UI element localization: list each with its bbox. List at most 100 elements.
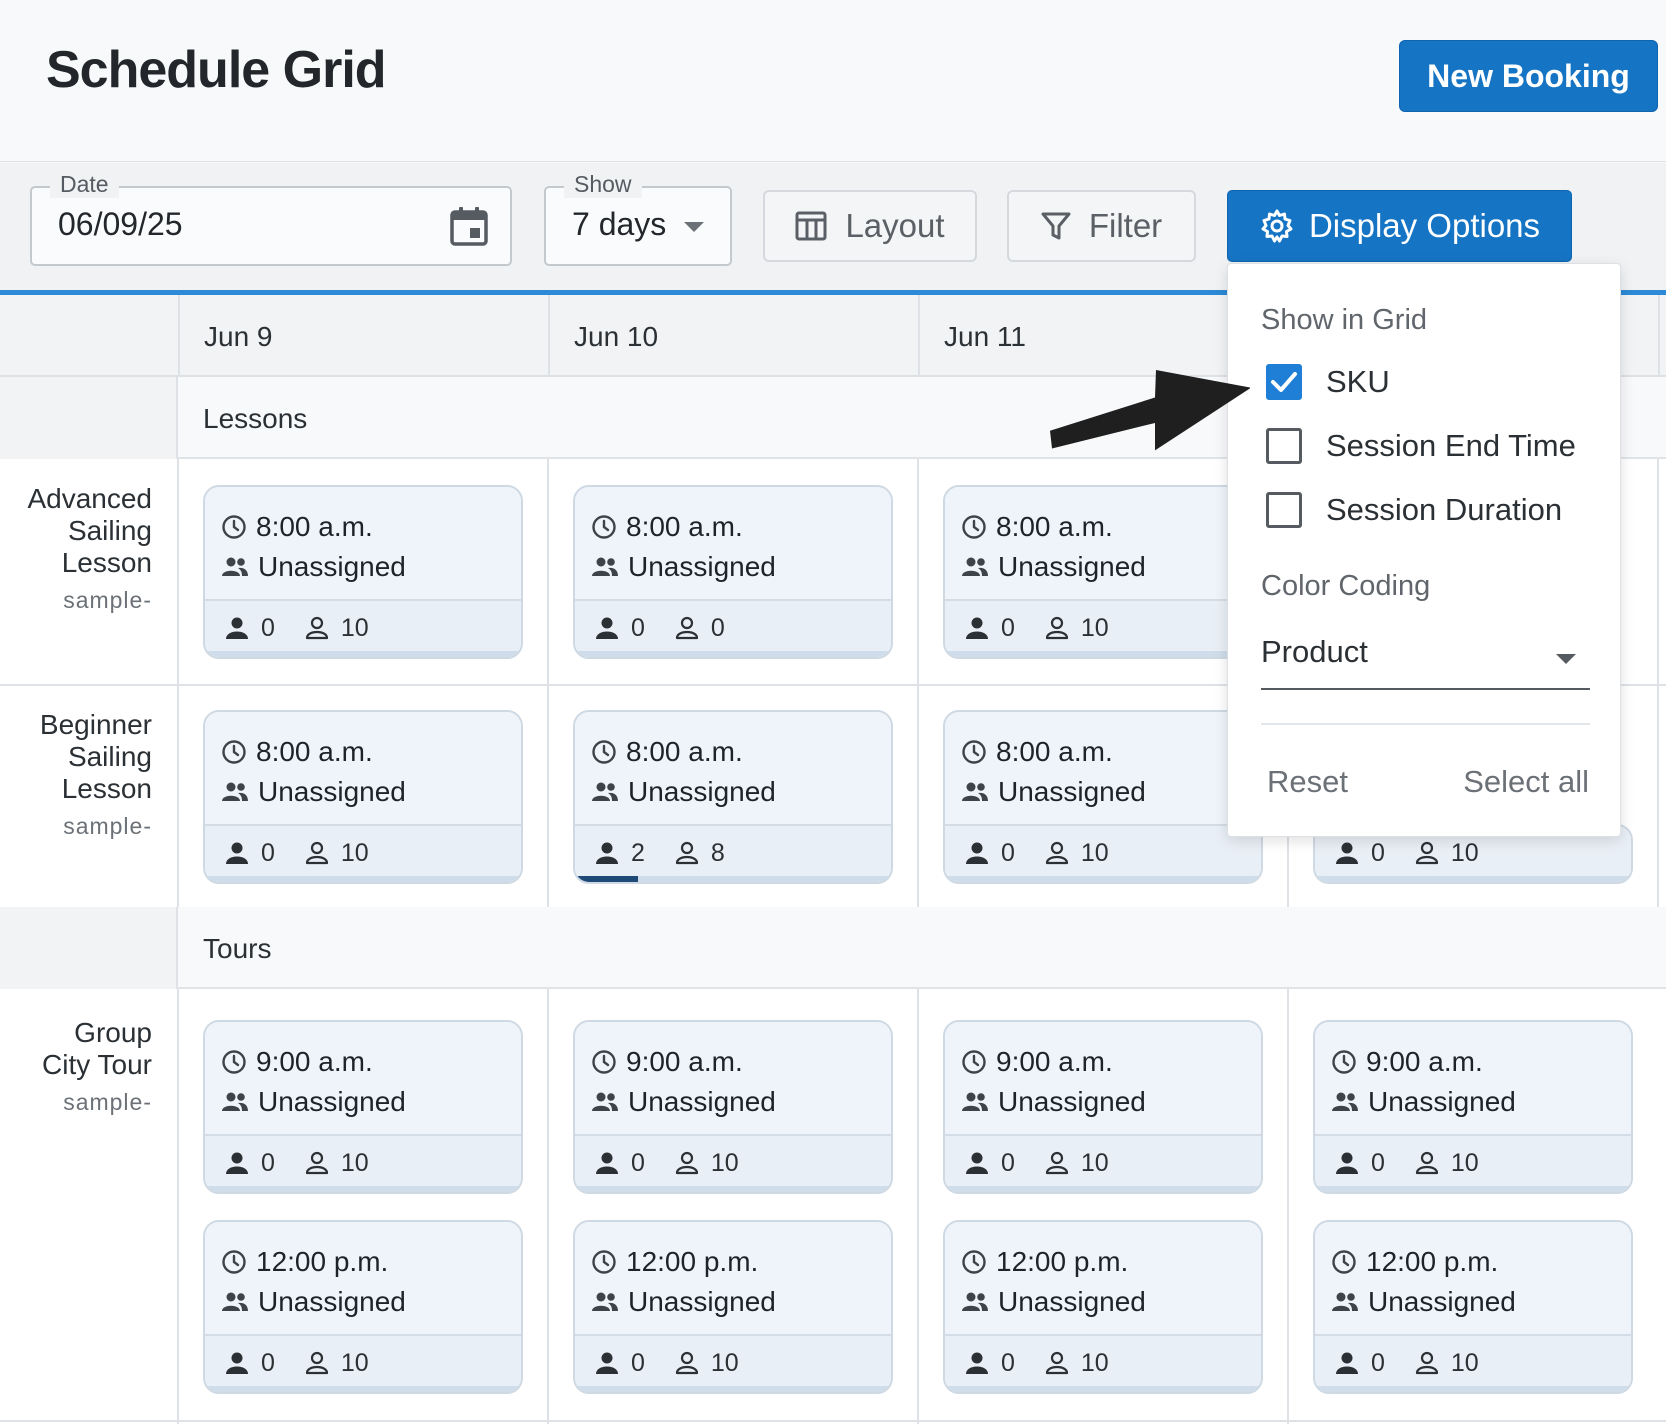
show-select-label: Show [564, 171, 642, 198]
color-coding-select[interactable]: Product [1261, 634, 1590, 690]
booked-person-icon [226, 1352, 248, 1374]
available-value: 10 [1080, 1348, 1109, 1377]
session-time-row: 9:00 a.m. [1331, 1042, 1631, 1082]
column-divider [547, 459, 549, 907]
session-card[interactable]: 8:00 a.m. Unassigned 0 0 [573, 485, 893, 659]
group-icon [1332, 1092, 1358, 1111]
session-guide: Unassigned [998, 1086, 1146, 1117]
available-value: 10 [340, 1348, 369, 1377]
product-label-advanced-sailing: Advanced Sailing Lesson sample- [0, 483, 152, 614]
available-person-icon [305, 841, 329, 865]
date-column-header: Jun 9 [178, 295, 548, 377]
booked-person-icon [596, 617, 618, 639]
available-count: 8 [675, 839, 725, 868]
session-card[interactable]: 9:00 a.m. Unassigned 0 10 [573, 1020, 893, 1194]
row-divider [0, 1420, 1666, 1422]
available-count: 10 [1415, 1149, 1479, 1178]
session-guide-row: Unassigned [1331, 1282, 1631, 1322]
session-card-header: 8:00 a.m. Unassigned [575, 487, 891, 601]
select-all-button[interactable]: Select all [1463, 764, 1589, 800]
booked-count: 0 [595, 614, 645, 643]
session-card[interactable]: 12:00 p.m. Unassigned 0 10 [1313, 1220, 1633, 1394]
session-card[interactable]: 8:00 a.m. Unassigned 0 10 [203, 710, 523, 884]
product-name: City Tour [42, 1049, 152, 1080]
sku-checkbox-row[interactable]: SKU [1266, 364, 1390, 400]
available-person-icon [305, 1151, 329, 1175]
session-card-header: 8:00 a.m. Unassigned [945, 487, 1261, 601]
session-card-header: 8:00 a.m. Unassigned [575, 712, 891, 826]
booked-person-icon [596, 1152, 618, 1174]
menu-divider [1261, 723, 1590, 725]
available-person-icon [1415, 1151, 1439, 1175]
session-card[interactable]: 12:00 p.m. Unassigned 0 10 [573, 1220, 893, 1394]
session-guide-row: Unassigned [961, 1282, 1261, 1322]
chevron-down-icon [1556, 654, 1576, 664]
session-card[interactable]: 9:00 a.m. Unassigned 0 10 [203, 1020, 523, 1194]
date-field-value: 06/09/25 [58, 206, 183, 242]
checkbox-checked[interactable] [1266, 364, 1302, 400]
booked-count: 0 [595, 1349, 645, 1378]
session-card[interactable]: 9:00 a.m. Unassigned 0 10 [943, 1020, 1263, 1194]
group-icon [962, 1092, 988, 1111]
session-time: 12:00 p.m. [1366, 1246, 1499, 1277]
checkbox[interactable] [1266, 428, 1302, 464]
clock-icon [222, 515, 246, 539]
session-guide-row: Unassigned [221, 772, 521, 812]
display-options-button[interactable]: Display Options [1227, 190, 1572, 262]
session-card[interactable]: 9:00 a.m. Unassigned 0 10 [1313, 1020, 1633, 1194]
session-duration-checkbox-row[interactable]: Session Duration [1266, 492, 1562, 528]
product-name: Beginner [39, 709, 152, 740]
booked-count: 2 [595, 839, 645, 868]
session-card[interactable]: 12:00 p.m. Unassigned 0 10 [943, 1220, 1263, 1394]
display-options-label: Display Options [1308, 207, 1541, 244]
available-value: 10 [1450, 1348, 1479, 1377]
filter-icon [1041, 212, 1071, 240]
session-capacity-row: 00 [575, 601, 891, 655]
capacity-bar [205, 1386, 521, 1392]
checkbox[interactable] [1266, 492, 1302, 528]
session-card[interactable]: 8:00 a.m. Unassigned 0 10 [943, 710, 1263, 884]
capacity-bar [205, 651, 521, 657]
available-count: 10 [1045, 1149, 1109, 1178]
date-field[interactable]: Date 06/09/25 [30, 171, 512, 266]
session-guide-row: Unassigned [591, 1282, 891, 1322]
calendar-icon[interactable] [450, 206, 488, 246]
capacity-bar [945, 876, 1261, 882]
clock-icon [222, 1250, 246, 1274]
clock-icon [1332, 1050, 1356, 1074]
session-time: 8:00 a.m. [996, 736, 1113, 767]
available-value: 10 [710, 1348, 739, 1377]
product-sku: sample- [63, 587, 152, 613]
session-time-row: 12:00 p.m. [1331, 1242, 1631, 1282]
reset-button[interactable]: Reset [1267, 764, 1348, 800]
section-band-lead [0, 907, 178, 989]
session-capacity-row: 28 [575, 826, 891, 880]
session-card[interactable]: 8:00 a.m. Unassigned 0 10 [943, 485, 1263, 659]
session-time: 12:00 p.m. [626, 1246, 759, 1277]
filter-button[interactable]: Filter [1007, 190, 1196, 262]
booked-count: 0 [1335, 1149, 1385, 1178]
session-capacity-row: 0 10 [945, 1336, 1261, 1390]
capacity-bar [945, 1186, 1261, 1192]
product-sku: sample- [63, 813, 152, 839]
group-icon [962, 1292, 988, 1311]
product-name: Sailing [67, 515, 152, 546]
session-card[interactable]: 8:00 a.m. Unassigned 2 8 [573, 710, 893, 884]
session-guide-row: Unassigned [961, 1082, 1261, 1122]
session-card[interactable]: 12:00 p.m. Unassigned 0 10 [203, 1220, 523, 1394]
booked-value: 0 [261, 838, 275, 867]
show-days-select[interactable]: Show 7 days [544, 171, 732, 266]
session-card[interactable]: 8:00 a.m. Unassigned 0 10 [203, 485, 523, 659]
layout-button[interactable]: Layout [763, 190, 977, 262]
session-end-time-checkbox-row[interactable]: Session End Time [1266, 428, 1576, 464]
show-select-value: 7 days [572, 206, 667, 242]
capacity-bar [1315, 1186, 1631, 1192]
booked-value: 0 [261, 1148, 275, 1177]
session-guide: Unassigned [258, 551, 406, 582]
checkbox-label: Session End Time [1326, 428, 1576, 463]
available-person-icon [675, 1151, 699, 1175]
group-icon [962, 557, 988, 576]
session-time-row: 8:00 a.m. [221, 507, 521, 547]
new-booking-button[interactable]: New Booking [1399, 40, 1658, 112]
session-guide-row: Unassigned [961, 772, 1261, 812]
